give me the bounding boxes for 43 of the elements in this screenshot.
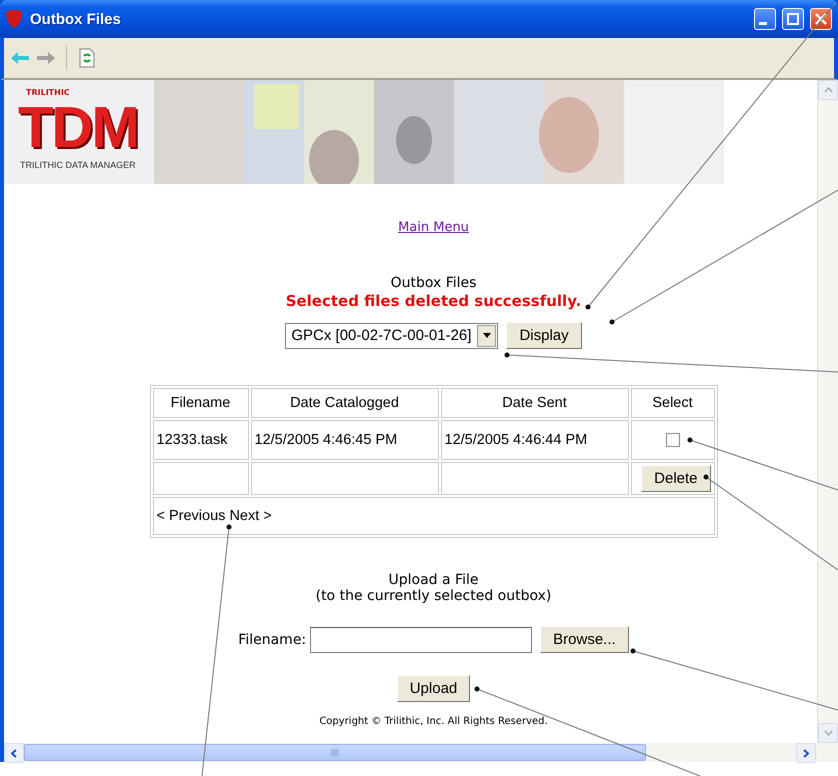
maximize-icon — [787, 13, 799, 25]
upload-subtitle: (to the currently selected outbox) — [314, 588, 552, 604]
display-button[interactable]: Display — [506, 322, 582, 349]
maximize-button[interactable] — [782, 8, 804, 30]
filename-label: Filename: — [238, 632, 306, 648]
table-cell: 12/5/2005 4:46:44 PM — [440, 420, 628, 460]
minimize-button[interactable] — [754, 8, 776, 30]
brand-name: TRILITHIC — [26, 88, 70, 97]
scroll-right-icon[interactable] — [803, 748, 809, 758]
caret-icon — [482, 333, 491, 338]
pager-link[interactable]: < Previous — [156, 508, 226, 524]
minimize-icon — [759, 22, 767, 25]
upload-title: Upload a File — [388, 572, 478, 588]
vertical-scrollbar[interactable] — [817, 80, 838, 743]
close-button[interactable] — [810, 8, 832, 30]
column-header: Select — [630, 388, 714, 418]
select-checkbox[interactable] — [666, 433, 680, 448]
column-header: Date Catalogged — [250, 388, 438, 418]
upload-button[interactable]: Upload — [396, 675, 470, 702]
delete-button[interactable]: Delete — [641, 465, 710, 492]
window-title: Outbox Files — [30, 10, 122, 28]
main-menu-link[interactable]: Main Menu — [352, 220, 469, 235]
filename-field[interactable] — [310, 626, 532, 652]
scrollbar-thumb[interactable] — [24, 744, 646, 761]
page-heading: Outbox Files — [390, 275, 476, 291]
browse-button[interactable]: Browse... — [540, 626, 629, 653]
refresh-icon[interactable] — [79, 48, 95, 68]
status-message: Selected files deleted successfully. — [284, 292, 582, 310]
close-icon — [815, 13, 827, 25]
scroll-down-icon[interactable] — [824, 730, 832, 736]
column-header: Filename — [152, 388, 248, 418]
outbox-dropdown[interactable]: GPCx [00-02-7C-00-01-26] — [285, 322, 498, 348]
pager-link[interactable]: Next > — [229, 508, 272, 524]
logo: TDM — [18, 98, 138, 158]
scroll-up-icon[interactable] — [824, 87, 832, 93]
scroll-left-icon[interactable] — [11, 748, 17, 758]
app-shield-icon — [4, 9, 24, 29]
copyright-text: Copyright © Trilithic, Inc. All Rights Reserved. — [318, 716, 548, 727]
column-header: Date Sent — [440, 388, 628, 418]
grip-icon — [331, 749, 339, 756]
table-cell: 12333.task — [152, 420, 248, 460]
table-cell: 12/5/2005 4:46:45 PM — [250, 420, 438, 460]
logo-tagline: TRILITHIC DATA MANAGER — [20, 160, 136, 170]
